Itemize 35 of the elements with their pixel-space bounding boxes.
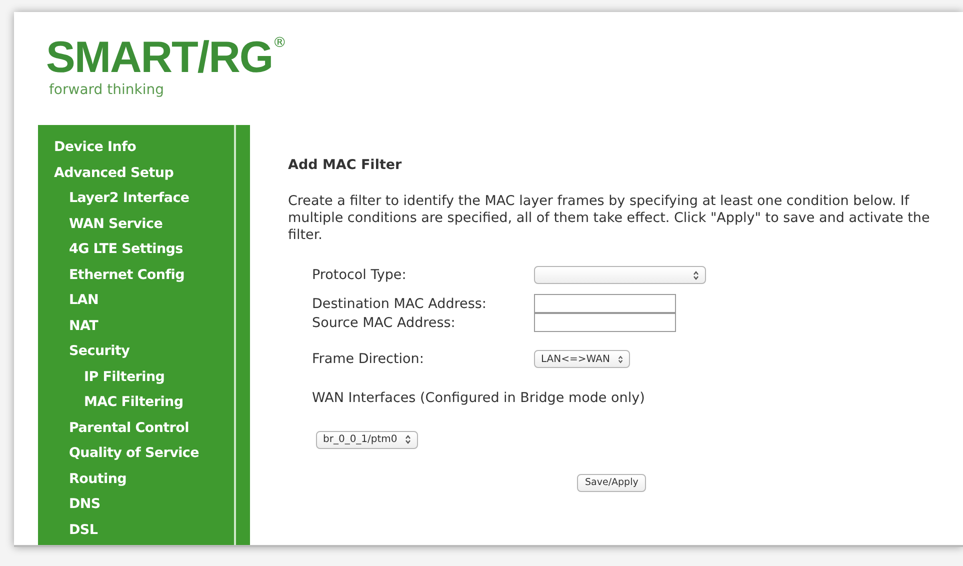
dropdown-field[interactable] bbox=[534, 266, 706, 284]
sidebar-item[interactable]: WAN Service bbox=[69, 212, 235, 237]
sidebar-item[interactable]: Advanced Setup bbox=[54, 160, 235, 186]
sidebar-item[interactable]: DNS bbox=[69, 492, 235, 518]
sidebar-item[interactable]: Layer2 Interface bbox=[69, 186, 235, 212]
sidebar-item[interactable]: Ethernet Config bbox=[69, 262, 235, 288]
logo-tagline: forward thinking bbox=[49, 81, 166, 100]
form-title: Add MAC Filter bbox=[288, 156, 403, 175]
sidebar-item[interactable]: NAT bbox=[69, 314, 235, 339]
form-description: Create a filter to identify the MAC layer frames by specifying at least one condition below. If multiple conditions are specified, all of them take effect. Click "Apply" to save and activate the filter. bbox=[288, 193, 931, 244]
input-field[interactable] bbox=[534, 313, 676, 332]
sidebar-item[interactable]: 4G LTE Settings bbox=[69, 237, 235, 262]
sidebar-item[interactable]: DSL bbox=[69, 518, 235, 543]
updown-arrow-icon bbox=[693, 270, 699, 280]
sidebar-item[interactable]: Routing bbox=[69, 466, 235, 492]
field-label: Destination MAC Address: bbox=[312, 294, 488, 313]
section-label: WAN Interfaces (Configured in Bridge mode only) bbox=[312, 389, 646, 408]
updown-arrow-icon bbox=[405, 435, 412, 444]
sidebar-item[interactable]: Security bbox=[69, 339, 235, 364]
input-field[interactable] bbox=[534, 294, 676, 314]
sidebar-item[interactable]: MAC Filtering bbox=[84, 390, 235, 416]
field-label: Protocol Type: bbox=[312, 266, 408, 284]
dropdown-field[interactable]: LAN<=>WAN bbox=[534, 350, 630, 368]
registered-mark: ® bbox=[272, 36, 287, 53]
field-label: Frame Direction: bbox=[312, 350, 425, 368]
logo-wordmark: SMART/RG bbox=[46, 36, 273, 80]
field-label: Source MAC Address: bbox=[312, 314, 456, 332]
save-apply-button[interactable]: Save/Apply bbox=[577, 474, 646, 492]
sidebar-item[interactable]: Device Info bbox=[54, 135, 235, 160]
dropdown-field[interactable]: br_0_0_1/ptm0 bbox=[316, 430, 418, 448]
updown-arrow-icon bbox=[618, 354, 623, 364]
sidebar-item[interactable]: IP Filtering bbox=[84, 364, 235, 390]
sidebar-item[interactable]: LAN bbox=[69, 288, 235, 314]
sidebar-item[interactable]: Parental Control bbox=[69, 416, 235, 441]
sidebar-item[interactable]: Quality of Service bbox=[69, 441, 235, 466]
